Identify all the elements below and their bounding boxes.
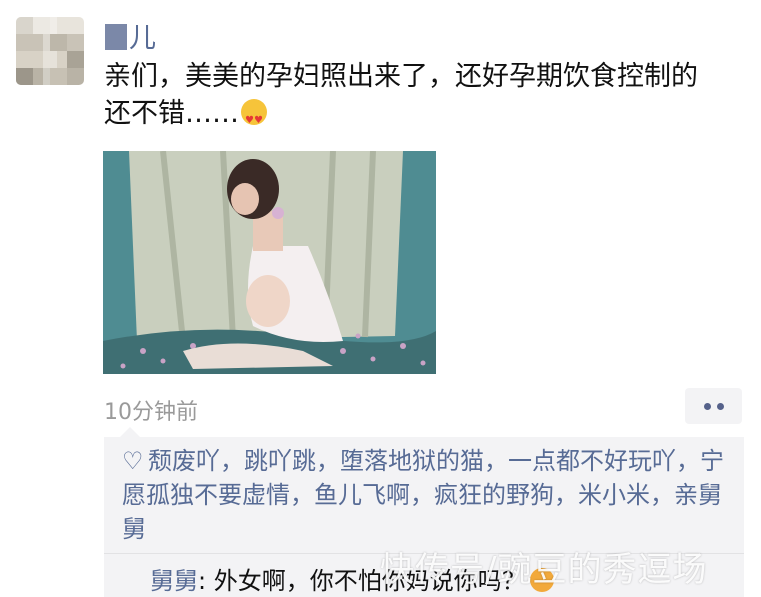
author-name-text: 儿 xyxy=(129,23,156,54)
post-time: 10分钟前 xyxy=(104,400,198,425)
post-photo[interactable] xyxy=(103,151,436,374)
post-photo-image xyxy=(103,151,436,374)
avatar-mosaic-tile xyxy=(33,17,50,34)
author-name[interactable]: 儿 xyxy=(105,16,156,55)
avatar-mosaic-tile xyxy=(50,34,67,51)
more-actions-button[interactable] xyxy=(685,388,742,424)
post-text-content: 亲们，美美的孕妇照出来了，还好孕期饮食控制的还不错…… xyxy=(104,61,698,129)
avatar-mosaic-tile xyxy=(50,68,67,85)
heart-icon: ♡ xyxy=(122,447,144,475)
post-text: 亲们，美美的孕妇照出来了，还好孕期饮食控制的还不错…… xyxy=(104,58,724,139)
likes-list: ♡ 颓废吖，跳吖跳，堕落地狱的猫，一点都不好玩吖，宁愿孤独不要虚情，鱼儿飞啊，疯狂… xyxy=(122,444,732,546)
comment-author[interactable]: 舅舅 xyxy=(150,567,198,595)
watermark: 快传号/豌豆的秀逗场 xyxy=(380,550,708,590)
more-dot-icon xyxy=(703,402,711,410)
avatar-mosaic-tile xyxy=(16,17,33,34)
heart-eyes-emoji-icon xyxy=(241,99,267,139)
avatar-mosaic-tile xyxy=(67,51,84,68)
avatar[interactable] xyxy=(16,17,84,85)
name-redaction xyxy=(105,24,127,50)
more-dot-icon xyxy=(716,402,724,410)
avatar-mosaic-tile xyxy=(16,68,33,85)
comment-separator: : xyxy=(198,567,214,595)
likes-names[interactable]: 颓废吖，跳吖跳，堕落地狱的猫，一点都不好玩吖，宁愿孤独不要虚情，鱼儿飞啊，疯狂的… xyxy=(122,447,724,543)
